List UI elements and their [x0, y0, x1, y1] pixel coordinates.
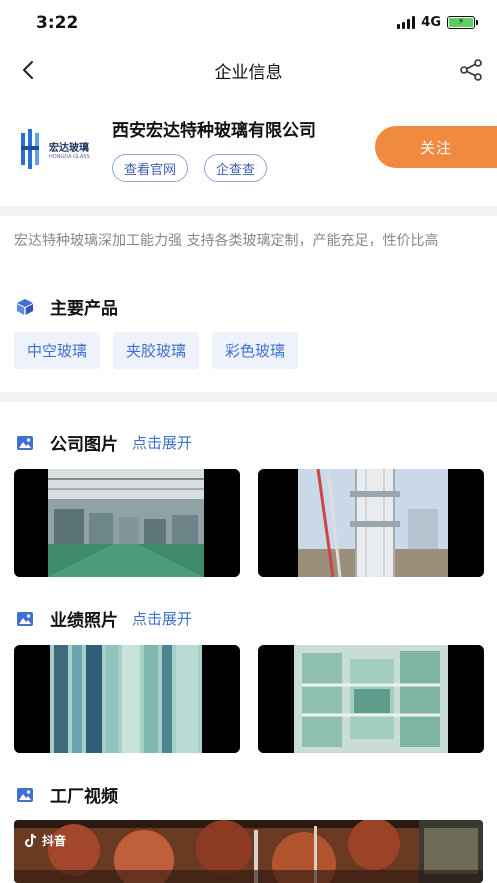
factory-video-header: 工厂视频	[16, 782, 118, 807]
logo-text-en: HONGDA GLASS	[49, 153, 90, 160]
status-indicators: 4G ⚡	[397, 15, 478, 30]
company-photo[interactable]	[258, 469, 484, 577]
company-header: 宏达玻璃 HONGDA GLASS 西安宏达特种玻璃有限公司 查看官网 企查查 …	[0, 108, 497, 200]
company-description: 宏达特种玻璃深加工能力强 支持各类玻璃定制，产能充足，性价比高	[14, 233, 439, 249]
image-icon	[16, 434, 34, 452]
company-logo: 宏达玻璃 HONGDA GLASS	[18, 120, 92, 178]
performance-photos-expand-link[interactable]: 点击展开	[132, 608, 192, 629]
qichacha-button[interactable]: 企查查	[204, 154, 268, 182]
product-tag[interactable]: 彩色玻璃	[212, 332, 299, 369]
company-photos-header: 公司图片 点击展开	[16, 430, 192, 455]
share-icon	[460, 59, 482, 81]
cube-icon	[16, 298, 34, 316]
products-title: 主要产品	[50, 299, 118, 319]
performance-photos-title: 业绩照片	[50, 611, 118, 631]
company-photo[interactable]	[14, 469, 240, 577]
factory-video-title: 工厂视频	[50, 787, 118, 807]
products-header: 主要产品	[16, 294, 118, 319]
performance-photos-header: 业绩照片 点击展开	[16, 606, 192, 631]
battery-icon: ⚡	[447, 16, 478, 29]
performance-photo[interactable]	[258, 645, 484, 753]
douyin-brand: 抖音	[42, 834, 67, 848]
company-name: 西安宏达特种玻璃有限公司	[112, 121, 316, 141]
factory-video[interactable]: 抖音	[14, 820, 483, 883]
share-button[interactable]	[457, 56, 485, 84]
product-tag[interactable]: 中空玻璃	[14, 332, 101, 369]
status-time: 3:22	[36, 13, 79, 33]
product-tag[interactable]: 夹胶玻璃	[113, 332, 200, 369]
page-title: 企业信息	[214, 63, 283, 83]
network-type: 4G	[421, 15, 441, 30]
logo-mark	[21, 129, 39, 169]
product-tags: 中空玻璃 夹胶玻璃 彩色玻璃	[14, 332, 299, 369]
nav-bar: 企业信息	[0, 46, 497, 94]
performance-photo[interactable]	[14, 645, 240, 753]
douyin-watermark: 抖音	[24, 832, 66, 849]
company-photos-expand-link[interactable]: 点击展开	[132, 432, 192, 453]
divider	[0, 206, 497, 216]
douyin-icon	[25, 833, 37, 847]
image-icon	[16, 610, 34, 628]
signal-icon	[397, 16, 416, 29]
company-photos-title: 公司图片	[50, 435, 118, 455]
view-website-button[interactable]: 查看官网	[112, 154, 189, 182]
divider	[0, 392, 497, 402]
follow-button[interactable]: 关注	[375, 126, 497, 168]
status-bar: 3:22 4G ⚡	[0, 0, 497, 46]
logo-text-cn: 宏达玻璃	[49, 142, 89, 154]
image-icon	[16, 786, 34, 804]
